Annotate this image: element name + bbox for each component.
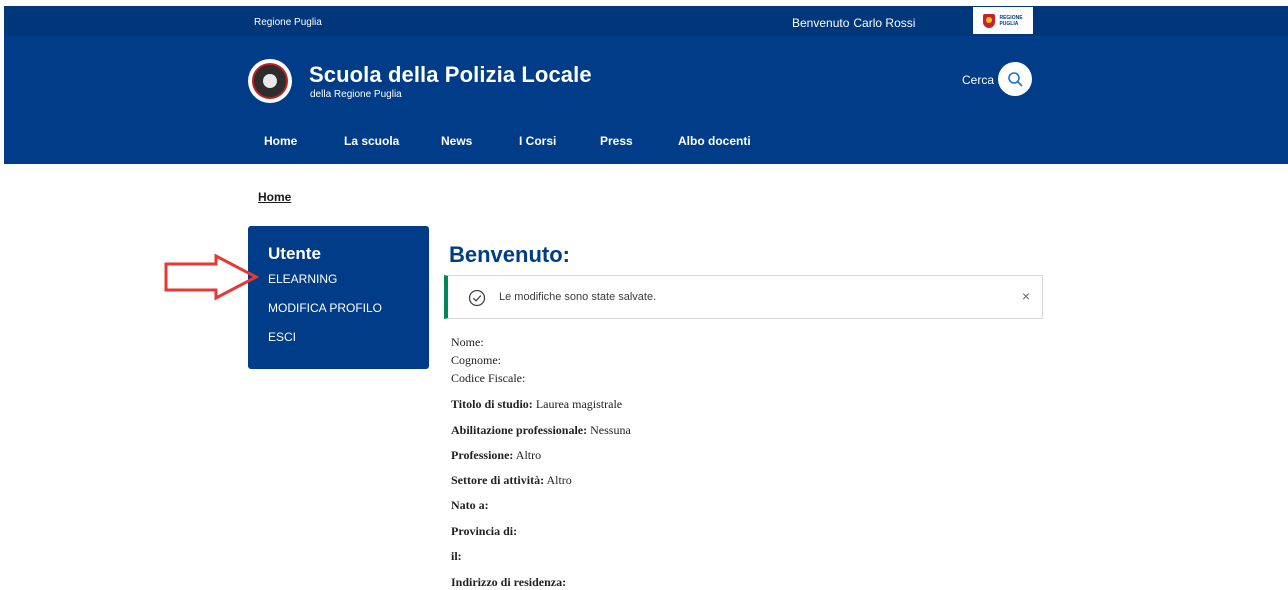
top-bar (4, 6, 1288, 36)
welcome-user: Benvenuto Carlo Rossi (792, 16, 915, 30)
field-abilitazione: Abilitazione professionale: Nessuna (451, 423, 631, 437)
field-nome: Nome: (451, 335, 484, 349)
nav-press[interactable]: Press (600, 134, 633, 148)
site-title[interactable]: Scuola della Polizia Locale (309, 62, 592, 88)
breadcrumb-home[interactable]: Home (258, 190, 291, 204)
page-title: Benvenuto: (449, 242, 570, 267)
regione-shield-icon (983, 13, 996, 28)
field-professione: Professione: Altro (451, 448, 542, 462)
sidebar-item-modifica-profilo[interactable]: MODIFICA PROFILO (268, 301, 382, 315)
search-label: Cerca (962, 73, 995, 87)
nav-news[interactable]: News (441, 134, 472, 148)
site-subtitle: della Regione Puglia (310, 89, 402, 100)
field-titolo-di-studio: Titolo di studio: Laurea magistrale (451, 397, 623, 411)
police-school-emblem-icon[interactable] (248, 59, 292, 103)
regione-puglia-logo[interactable]: REGIONE PUGLIA (973, 7, 1033, 34)
field-cognome: Cognome: (451, 353, 501, 367)
field-indirizzo-residenza: Indirizzo di residenza: (451, 575, 567, 589)
search-button[interactable] (998, 62, 1032, 96)
check-circle-icon (468, 289, 486, 307)
nav-albo-docenti[interactable]: Albo docenti (678, 134, 751, 148)
sidebar-item-esci[interactable]: ESCI (268, 330, 296, 344)
field-codice-fiscale: Codice Fiscale: (451, 371, 526, 385)
user-sidebar: Utente ELEARNING MODIFICA PROFILO ESCI (248, 226, 429, 369)
field-provincia: Provincia di: (451, 524, 518, 538)
annotation-arrow-icon (164, 254, 259, 301)
region-link[interactable]: Regione Puglia (254, 17, 322, 28)
sidebar-item-elearning[interactable]: ELEARNING (268, 272, 337, 286)
welcome-label: Benvenuto (792, 16, 850, 30)
alert-message: Le modifiche sono state salvate. (499, 291, 657, 303)
close-icon[interactable]: × (1022, 288, 1030, 304)
user-name[interactable]: Carlo Rossi (853, 16, 915, 30)
search-icon (1008, 72, 1023, 87)
field-il: il: (451, 549, 462, 563)
sidebar-title: Utente (268, 244, 321, 263)
nav-home[interactable]: Home (264, 134, 297, 148)
site-header (4, 36, 1288, 164)
nav-la-scuola[interactable]: La scuola (344, 134, 399, 148)
field-nato-a: Nato a: (451, 498, 489, 512)
nav-i-corsi[interactable]: I Corsi (519, 134, 556, 148)
success-alert: Le modifiche sono state salvate. × (444, 275, 1043, 319)
field-settore-attivita: Settore di attività: Altro (451, 473, 572, 487)
